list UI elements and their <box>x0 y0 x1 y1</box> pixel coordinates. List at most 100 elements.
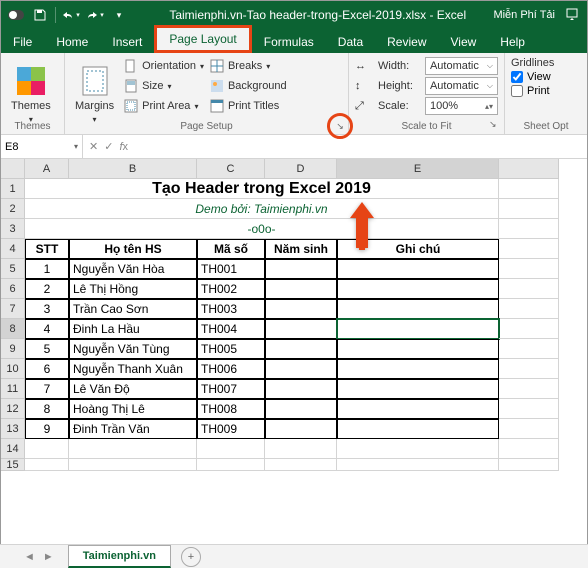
row-header[interactable]: 4 <box>1 239 25 259</box>
fx-icon[interactable]: fx <box>119 141 128 153</box>
cell[interactable] <box>265 459 337 471</box>
cell[interactable]: 9 <box>25 419 69 439</box>
cell[interactable] <box>265 439 337 459</box>
cell[interactable]: Năm sinh <box>265 239 337 259</box>
cell[interactable] <box>265 339 337 359</box>
size-button[interactable]: Size▾ <box>124 77 204 95</box>
enter-icon[interactable]: ✓ <box>104 140 113 153</box>
background-button[interactable]: Background <box>210 77 287 95</box>
redo-icon[interactable] <box>84 4 106 26</box>
cell[interactable] <box>499 239 559 259</box>
gridlines-view-checkbox[interactable]: View <box>511 71 581 83</box>
cell[interactable] <box>337 259 499 279</box>
cancel-icon[interactable]: ✕ <box>89 140 98 153</box>
cell[interactable] <box>265 399 337 419</box>
cell[interactable]: Đinh La Hầu <box>69 319 197 339</box>
sheet-nav-next[interactable]: ► <box>43 551 54 563</box>
tab-view[interactable]: View <box>439 31 489 53</box>
add-sheet-button[interactable]: + <box>181 547 201 567</box>
cell[interactable] <box>337 419 499 439</box>
cell[interactable]: Lê Thị Hồng <box>69 279 197 299</box>
cell[interactable]: Trần Cao Sơn <box>69 299 197 319</box>
cell[interactable] <box>499 419 559 439</box>
cell[interactable] <box>499 379 559 399</box>
tab-data[interactable]: Data <box>326 31 375 53</box>
cell[interactable] <box>265 259 337 279</box>
row-header[interactable]: 12 <box>1 399 25 419</box>
cell[interactable]: 3 <box>25 299 69 319</box>
tab-file[interactable]: File <box>1 31 44 53</box>
cell[interactable] <box>337 459 499 471</box>
autosave-toggle[interactable] <box>5 4 27 26</box>
row-header[interactable]: 13 <box>1 419 25 439</box>
tab-page-layout[interactable]: Page Layout <box>154 25 251 53</box>
cell[interactable] <box>337 319 499 339</box>
cell[interactable] <box>499 459 559 471</box>
cell[interactable]: Tạo Header trong Excel 2019 <box>25 179 499 199</box>
cell[interactable]: Ghi chú <box>337 239 499 259</box>
cell[interactable]: Hoàng Thị Lê <box>69 399 197 419</box>
row-header[interactable]: 7 <box>1 299 25 319</box>
cell[interactable] <box>499 339 559 359</box>
row-header[interactable]: 2 <box>1 199 25 219</box>
print-titles-button[interactable]: Print Titles <box>210 97 287 115</box>
sheet-tab[interactable]: Taimienphi.vn <box>68 545 171 568</box>
cell[interactable] <box>337 279 499 299</box>
cell[interactable]: TH006 <box>197 359 265 379</box>
cell[interactable]: TH004 <box>197 319 265 339</box>
cell[interactable]: TH007 <box>197 379 265 399</box>
col-header[interactable]: D <box>265 159 337 179</box>
tab-insert[interactable]: Insert <box>100 31 154 53</box>
cell[interactable] <box>499 259 559 279</box>
cell[interactable]: TH001 <box>197 259 265 279</box>
col-header[interactable]: E <box>337 159 499 179</box>
sheet-nav-prev[interactable]: ◄ <box>24 551 35 563</box>
cell[interactable] <box>265 419 337 439</box>
undo-icon[interactable] <box>60 4 82 26</box>
row-header[interactable]: 5 <box>1 259 25 279</box>
cell[interactable]: 5 <box>25 339 69 359</box>
cell[interactable] <box>25 439 69 459</box>
scale-input[interactable]: 100%▴▾ <box>425 97 498 115</box>
cell[interactable]: Đinh Trần Văn <box>69 419 197 439</box>
orientation-button[interactable]: Orientation▾ <box>124 57 204 75</box>
tab-help[interactable]: Help <box>488 31 537 53</box>
width-select[interactable]: Automatic⌵ <box>425 57 498 75</box>
cell[interactable]: 7 <box>25 379 69 399</box>
cell[interactable] <box>499 199 559 219</box>
row-header[interactable]: 11 <box>1 379 25 399</box>
cell[interactable] <box>499 299 559 319</box>
cell[interactable] <box>265 299 337 319</box>
cell[interactable] <box>337 379 499 399</box>
cell[interactable]: 1 <box>25 259 69 279</box>
height-select[interactable]: Automatic⌵ <box>425 77 498 95</box>
cell[interactable]: Họ tên HS <box>69 239 197 259</box>
row-header[interactable]: 3 <box>1 219 25 239</box>
cell[interactable] <box>499 219 559 239</box>
cell[interactable] <box>265 359 337 379</box>
cell[interactable] <box>337 359 499 379</box>
breaks-button[interactable]: Breaks▾ <box>210 57 287 75</box>
cell[interactable] <box>69 439 197 459</box>
cell[interactable]: Nguyễn Thanh Xuân <box>69 359 197 379</box>
cell[interactable] <box>337 299 499 319</box>
cell[interactable] <box>265 379 337 399</box>
page-setup-dialog-launcher[interactable]: ↘ <box>327 113 353 139</box>
cell[interactable]: Mã số <box>197 239 265 259</box>
cell[interactable]: TH005 <box>197 339 265 359</box>
cell[interactable]: STT <box>25 239 69 259</box>
col-header[interactable]: B <box>69 159 197 179</box>
col-header[interactable]: C <box>197 159 265 179</box>
cell[interactable]: -o0o- <box>25 219 499 239</box>
cell[interactable] <box>69 459 197 471</box>
row-header[interactable]: 6 <box>1 279 25 299</box>
cell[interactable] <box>499 439 559 459</box>
select-all-corner[interactable] <box>1 159 25 179</box>
tab-review[interactable]: Review <box>375 31 438 53</box>
cell[interactable]: TH009 <box>197 419 265 439</box>
row-header[interactable]: 1 <box>1 179 25 199</box>
row-header[interactable]: 15 <box>1 459 25 471</box>
cell[interactable] <box>265 279 337 299</box>
cell[interactable] <box>499 399 559 419</box>
ribbon-options-icon[interactable] <box>565 7 579 24</box>
